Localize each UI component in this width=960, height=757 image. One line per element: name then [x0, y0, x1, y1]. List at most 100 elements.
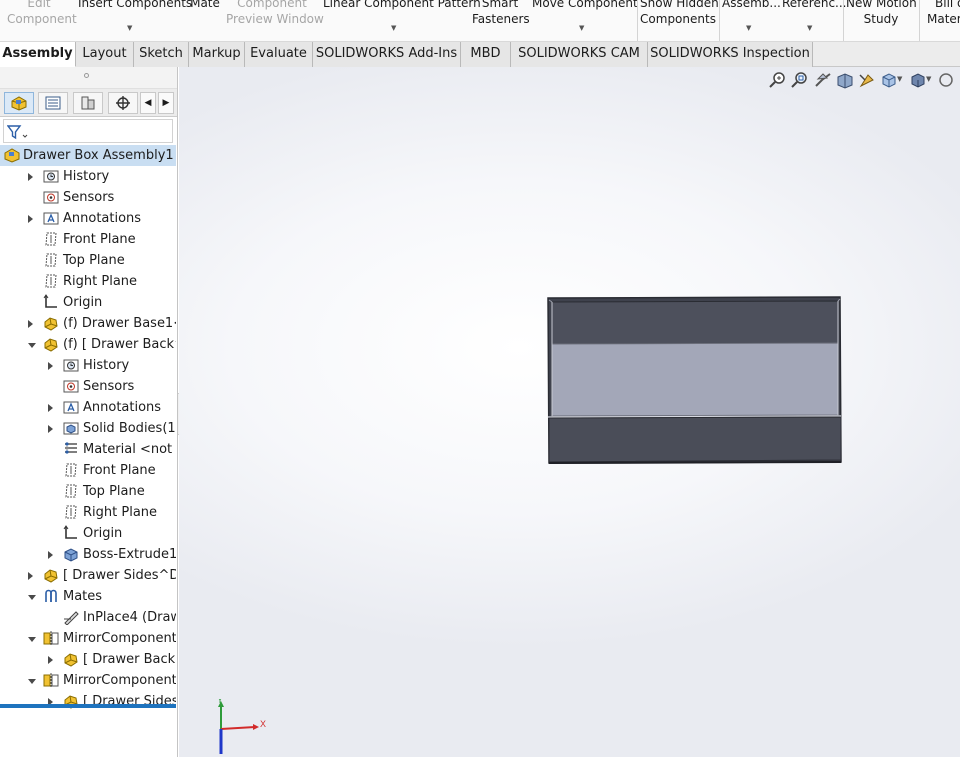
part-icon	[44, 569, 58, 583]
tab-evaluate[interactable]: Evaluate	[245, 42, 313, 67]
tree-item-front-plane[interactable]: Front Plane	[0, 229, 176, 250]
show-hidden-components-button[interactable]: Show Hidden Components	[640, 0, 719, 27]
linear-pattern-dropdown-icon[interactable]: ▼	[391, 20, 396, 36]
tab-assembly[interactable]: Assembly	[0, 42, 76, 67]
tab-sketch[interactable]: Sketch	[134, 42, 189, 67]
tab-layout[interactable]: Layout	[76, 42, 134, 67]
tree-item-drawer-base[interactable]: (f) Drawer Base1<1> (	[0, 313, 176, 334]
tree-filter-field[interactable]	[3, 119, 173, 143]
move-component-label: Move Component	[532, 0, 638, 10]
drawer-box-model[interactable]	[547, 296, 843, 466]
section-view-icon[interactable]	[836, 71, 854, 89]
tree-item-drawer-back[interactable]: (f) [ Drawer Back^Draw	[0, 334, 176, 355]
mate-button[interactable]: Mate	[188, 0, 222, 11]
expand-arrow-icon[interactable]	[48, 404, 53, 412]
tree-item-drawer-sides[interactable]: [ Drawer Sides^Drawer	[0, 565, 176, 586]
ribbon-separator	[919, 0, 920, 41]
dynamic-annotation-icon[interactable]	[858, 71, 876, 89]
tree-item-label: Annotations	[83, 400, 162, 415]
expand-arrow-icon[interactable]	[48, 656, 53, 664]
collapse-arrow-icon[interactable]	[28, 637, 36, 642]
panel-horizontal-scrollbar[interactable]	[0, 704, 176, 708]
reference-geometry-button[interactable]: Referenc... ▼	[782, 0, 847, 32]
component-preview-window-button[interactable]: Component Preview Window	[226, 0, 324, 27]
featuremanager-tab[interactable]	[4, 92, 34, 114]
tree-item-annotations[interactable]: Annotations	[0, 397, 176, 418]
tree-item-mirror-component-4[interactable]: MirrorComponent4	[0, 670, 176, 691]
expand-arrow-icon[interactable]	[28, 215, 33, 223]
assembly-features-dropdown-icon[interactable]: ▼	[746, 20, 751, 36]
tree-item-origin[interactable]: Origin	[0, 292, 176, 313]
tree-item-inplace-mate[interactable]: InPlace4 (Drawer Ba	[0, 607, 176, 628]
tree-item-boss-extrude[interactable]: Boss-Extrude1( ->}	[0, 544, 176, 565]
expand-arrow-icon[interactable]	[48, 425, 53, 433]
tree-item-annotations[interactable]: Annotations	[0, 208, 176, 229]
mates-folder-icon	[45, 589, 57, 602]
zoom-to-fit-icon[interactable]	[769, 71, 787, 89]
tree-item-history[interactable]: History	[0, 166, 176, 187]
tree-item-history[interactable]: History	[0, 355, 176, 376]
propertymanager-tab[interactable]	[38, 92, 68, 114]
insert-components-button[interactable]: Insert Components ▼	[78, 0, 192, 32]
new-motion-study-button[interactable]: New Motion Study	[846, 0, 917, 27]
assembly-features-button[interactable]: Assemb... ▼	[722, 0, 781, 32]
hide-show-items-icon[interactable]	[937, 71, 955, 89]
zoom-to-area-icon[interactable]	[791, 71, 809, 89]
display-style-dropdown-icon[interactable]: ▼	[926, 75, 931, 83]
view-orientation-icon[interactable]	[880, 71, 898, 89]
tree-item-top-plane[interactable]: Top Plane	[0, 250, 176, 271]
panel-grip-icon[interactable]	[84, 73, 89, 78]
collapse-arrow-icon[interactable]	[28, 343, 36, 348]
expand-arrow-icon[interactable]	[28, 320, 33, 328]
tree-item-top-plane[interactable]: Top Plane	[0, 481, 176, 502]
tree-root-assembly[interactable]: Drawer Box Assembly1 (De	[0, 145, 176, 166]
tree-item-front-plane[interactable]: Front Plane	[0, 460, 176, 481]
view-orientation-dropdown-icon[interactable]: ▼	[897, 75, 902, 83]
tab-solidworks-inspection[interactable]: SOLIDWORKS Inspection	[648, 42, 813, 67]
tree-item-right-plane[interactable]: Right Plane	[0, 502, 176, 523]
tree-item-mates[interactable]: Mates	[0, 586, 176, 607]
graphics-area[interactable]: ▼ ▼ Y X	[179, 67, 960, 757]
insert-components-dropdown-icon[interactable]: ▼	[127, 20, 132, 36]
reference-geometry-dropdown-icon[interactable]: ▼	[807, 20, 812, 36]
expand-arrow-icon[interactable]	[28, 572, 33, 580]
collapse-arrow-icon[interactable]	[28, 595, 36, 600]
linear-component-pattern-button[interactable]: Linear Component Pattern ▼	[323, 0, 481, 32]
expand-arrow-icon[interactable]	[48, 551, 53, 559]
bill-of-materials-button[interactable]: Bill o Materi	[924, 0, 960, 27]
tree-item-material[interactable]: Material <not speci	[0, 439, 176, 460]
tree-item-mirror-component-3[interactable]: MirrorComponent3	[0, 628, 176, 649]
collapse-arrow-icon[interactable]	[28, 679, 36, 684]
triad-y-label: Y	[217, 699, 223, 705]
tab-markup[interactable]: Markup	[189, 42, 245, 67]
solid-bodies-folder-icon	[63, 422, 79, 435]
tree-item-origin[interactable]: Origin	[0, 523, 176, 544]
move-component-dropdown-icon[interactable]: ▼	[579, 20, 584, 36]
smart-fasteners-button[interactable]: Smart Fasteners	[472, 0, 530, 27]
configurationmanager-tab[interactable]	[73, 92, 103, 114]
tabs-scroll-right-icon[interactable]: ▶	[158, 92, 174, 114]
tree-item-sensors[interactable]: Sensors	[0, 187, 176, 208]
tab-solidworks-cam[interactable]: SOLIDWORKS CAM	[511, 42, 648, 67]
tabs-scroll-left-icon[interactable]: ◀	[140, 92, 156, 114]
edit-component-button[interactable]: Edit Component	[7, 0, 77, 27]
plane-icon	[65, 484, 77, 498]
previous-view-icon[interactable]	[814, 71, 832, 89]
expand-arrow-icon[interactable]	[48, 362, 53, 370]
dimxpertmanager-tab[interactable]	[108, 92, 138, 114]
tree-item-mirrored-drawer-sides[interactable]: [ Drawer Sides^Dra	[0, 691, 176, 712]
tree-item-mirrored-drawer-back[interactable]: [ Drawer Back^Drav	[0, 649, 176, 670]
tab-mbd[interactable]: MBD	[461, 42, 511, 67]
filter-icon[interactable]	[7, 124, 29, 140]
property-list-icon	[45, 96, 61, 110]
tree-item-right-plane[interactable]: Right Plane	[0, 271, 176, 292]
sensor-folder-icon	[63, 380, 79, 393]
history-folder-icon	[43, 170, 59, 183]
tree-item-sensors[interactable]: Sensors	[0, 376, 176, 397]
display-style-icon[interactable]	[909, 71, 927, 89]
move-component-button[interactable]: Move Component ▼	[532, 0, 638, 32]
tab-solidworks-add-ins[interactable]: SOLIDWORKS Add-Ins	[313, 42, 461, 67]
tree-item-solid-bodies[interactable]: Solid Bodies(1)	[0, 418, 176, 439]
tree-item-label: Front Plane	[63, 232, 136, 247]
expand-arrow-icon[interactable]	[28, 173, 33, 181]
